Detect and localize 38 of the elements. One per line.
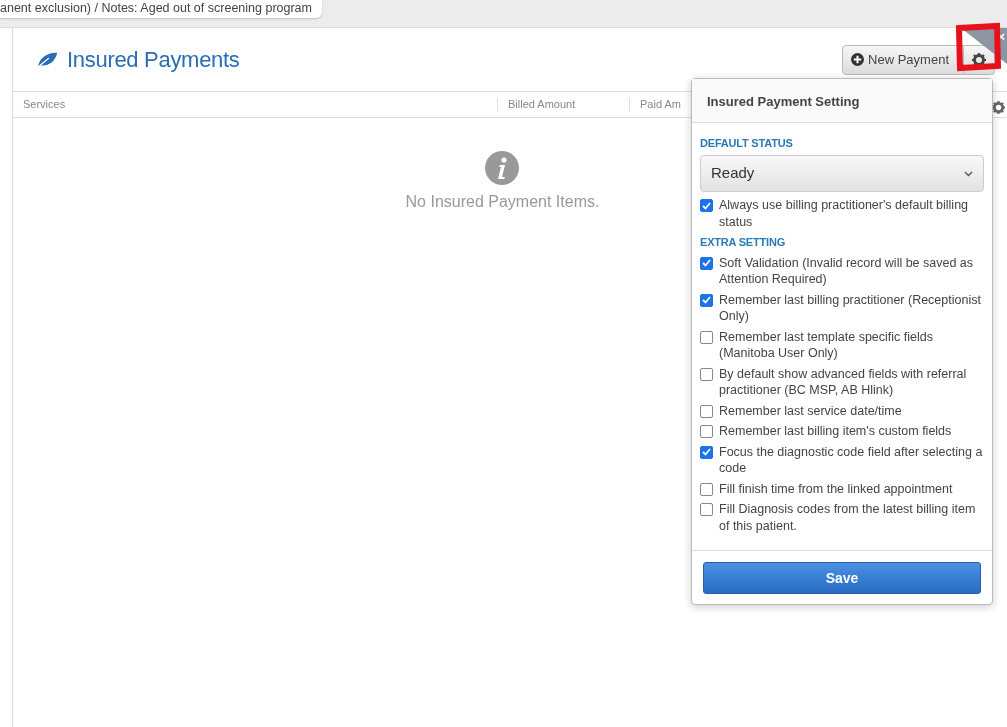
checkbox[interactable] [700, 503, 713, 516]
checkbox-label: By default show advanced fields with referral practitioner (BC MSP, AB Hlink) [719, 365, 968, 399]
section-heading: EXTRA SETTING [700, 235, 786, 250]
checkbox-label: Remember last service date/time [719, 402, 902, 419]
checkbox[interactable] [700, 445, 713, 459]
page-title: Insured Payments [67, 46, 240, 74]
gear-icon [972, 52, 986, 67]
popover-title: Insured Payment Setting [692, 79, 992, 123]
checkbox-label: Focus the diagnostic code field after selecting a code [719, 443, 984, 477]
checkbox[interactable] [700, 482, 713, 496]
column-header: Billed Amount [497, 98, 629, 111]
checkbox[interactable] [700, 293, 713, 307]
tab-label[interactable]: anent exclusion) / Notes: Aged out of screening program [0, 0, 322, 18]
checkbox-label: Fill Diagnosis codes from the latest billing item of this patient. [719, 501, 977, 534]
new-payment-button[interactable]: New Payment [842, 44, 964, 75]
chevron-icon [964, 170, 973, 177]
empty-message: No Insured Payment Items. [405, 192, 600, 212]
checkbox-label: Remember last billing item's custom fields [719, 423, 952, 440]
checkbox[interactable] [700, 404, 713, 418]
checkbox[interactable] [700, 256, 713, 270]
checkbox[interactable] [700, 367, 713, 381]
checkbox[interactable] [700, 330, 713, 344]
column-header: Services [23, 98, 66, 111]
status-select[interactable]: Ready [700, 155, 984, 192]
checkbox-label: Remember last billing practitioner (Receptionist Only) [719, 291, 982, 325]
checkbox-label: Remember last template specific fields (Manitoba User Only) [719, 328, 934, 362]
info-icon [484, 150, 521, 186]
highlight-mark [955, 22, 1001, 72]
plus-icon [851, 53, 865, 66]
save-button[interactable]: Save [703, 562, 981, 594]
checkbox[interactable] [700, 425, 713, 438]
settings-icon[interactable] [992, 98, 1005, 115]
checkbox-label: Always use billing practitioner's default billing status [719, 197, 970, 230]
checkbox-label: Soft Validation (Invalid record will be saved as Attention Required) [719, 254, 975, 288]
checkbox[interactable] [700, 199, 713, 212]
checkbox-label: Fill finish time from the linked appointment [719, 480, 953, 497]
leaf-icon [35, 50, 59, 69]
section-heading: DEFAULT STATUS [700, 135, 794, 151]
